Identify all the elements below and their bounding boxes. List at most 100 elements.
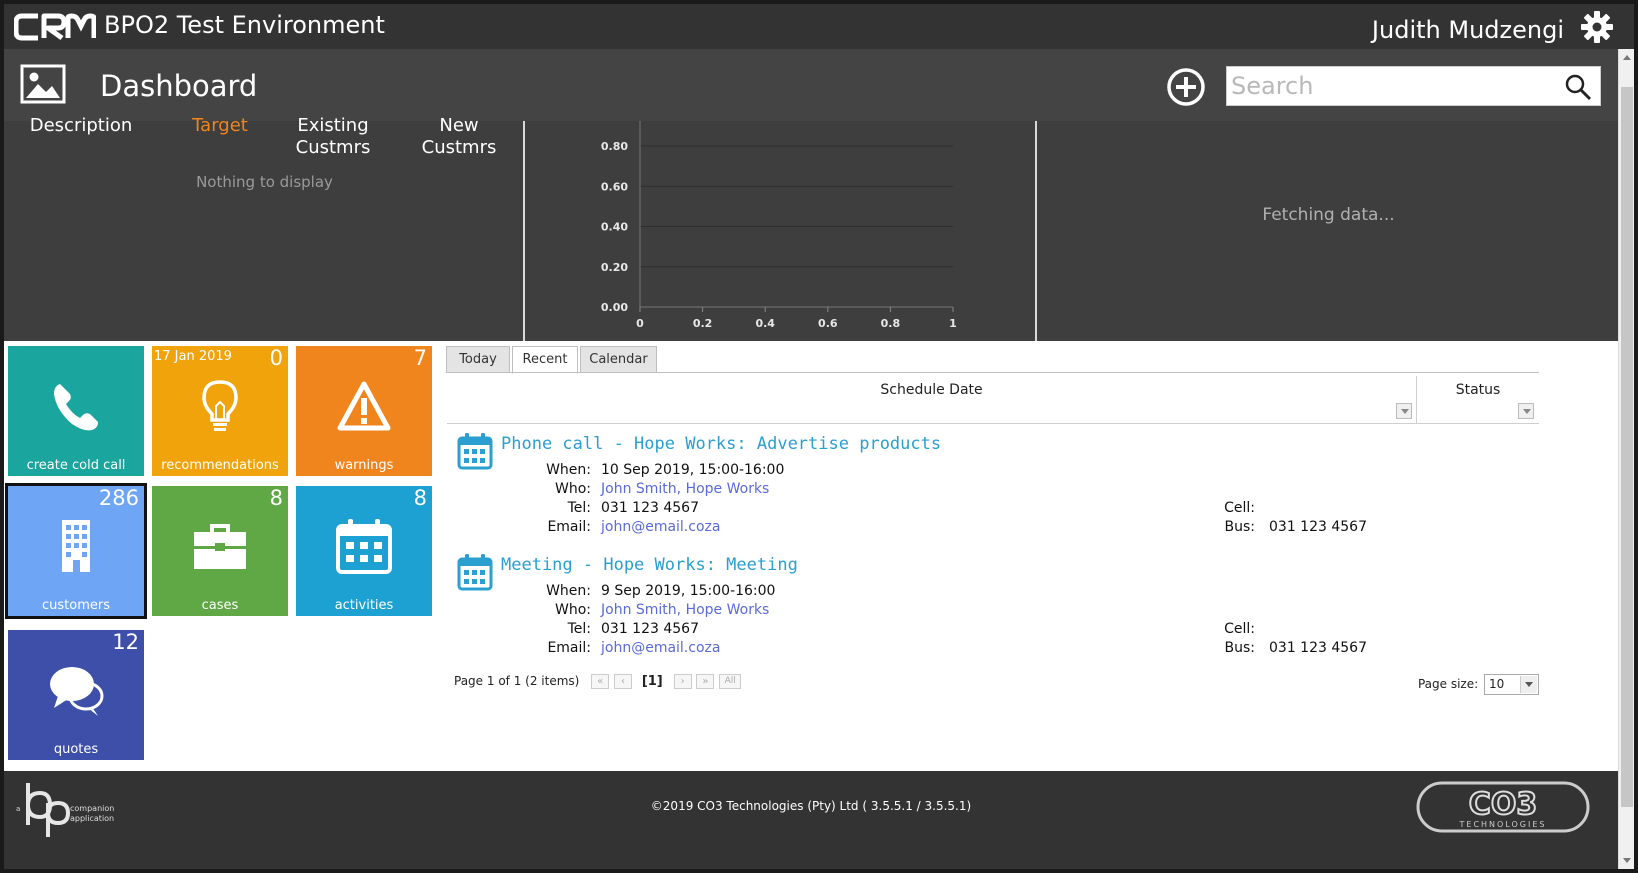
tile-cases[interactable]: 8 cases bbox=[152, 486, 288, 616]
col-status[interactable]: Status bbox=[1418, 376, 1538, 423]
tile-recommendations[interactable]: 17 Jan 2019 0 recommendations bbox=[152, 346, 288, 476]
crm-logo[interactable] bbox=[14, 12, 96, 42]
email-link[interactable]: john@email.coza bbox=[601, 640, 720, 656]
page-size: Page size: 10 bbox=[1418, 674, 1539, 695]
y-tick-label: 0.00 bbox=[601, 301, 628, 314]
filter-dropdown-icon[interactable] bbox=[1518, 403, 1534, 419]
col-existing-custmrs[interactable]: Existing Custmrs bbox=[278, 115, 388, 159]
tab-divider bbox=[446, 372, 1539, 373]
warning-icon bbox=[337, 381, 391, 431]
app-window: BPO2 Test Environment Judith Mudzengi Da… bbox=[0, 0, 1638, 873]
col-title: Status bbox=[1455, 382, 1501, 398]
copyright-text: ©2019 CO3 Technologies (Pty) Ltd ( 3.5.5… bbox=[650, 799, 972, 813]
tile-count: 7 bbox=[413, 346, 427, 370]
tile-date: 17 Jan 2019 bbox=[154, 349, 232, 364]
x-tick-label: 0 bbox=[636, 317, 644, 330]
last-page-button[interactable]: » bbox=[696, 674, 715, 689]
x-tick-label: 1 bbox=[949, 317, 957, 330]
activity-panel: Today Recent Calendar Schedule Date Stat… bbox=[444, 344, 1544, 774]
tile-label: cases bbox=[201, 598, 239, 613]
y-tick-label: 0.40 bbox=[601, 221, 628, 234]
tile-label: create cold call bbox=[26, 458, 126, 473]
chart: 0.00 0.20 0.40 0.60 0.80 0 0.2 0.4 0.6 0.8 1 bbox=[601, 121, 957, 330]
tile-count: 8 bbox=[269, 486, 283, 510]
tab-recent[interactable]: Recent bbox=[512, 346, 578, 374]
current-page[interactable]: [1] bbox=[642, 674, 663, 689]
user-name[interactable]: Judith Mudzengi bbox=[1372, 16, 1564, 44]
page-header: Dashboard bbox=[4, 49, 1618, 121]
scroll-thumb[interactable] bbox=[1621, 87, 1633, 807]
search-box bbox=[1226, 66, 1601, 106]
search-icon[interactable] bbox=[1564, 73, 1592, 101]
phone-icon bbox=[54, 384, 98, 431]
fetching-widget: Fetching data... bbox=[1039, 121, 1618, 341]
prev-page-button[interactable]: ‹ bbox=[613, 674, 632, 689]
tile-customers[interactable]: 286 customers bbox=[5, 483, 147, 619]
picture-icon[interactable] bbox=[20, 64, 66, 104]
lightbulb-icon bbox=[202, 380, 238, 431]
contact-link[interactable]: John Smith, Hope Works bbox=[601, 481, 769, 497]
x-tick-label: 0.2 bbox=[693, 317, 713, 330]
tile-count: 12 bbox=[112, 630, 139, 654]
search-input[interactable] bbox=[1231, 71, 1551, 101]
y-tick-label: 0.60 bbox=[601, 180, 628, 193]
calendar-icon bbox=[457, 433, 493, 470]
tile-label: customers bbox=[42, 598, 110, 613]
all-pages-button[interactable]: All bbox=[719, 674, 742, 689]
pager: Page 1 of 1 (2 items) « ‹ [1] › » All bbox=[454, 674, 742, 689]
tab-calendar[interactable]: Calendar bbox=[580, 346, 657, 373]
svg-text:TECHNOLOGIES: TECHNOLOGIES bbox=[1459, 820, 1547, 829]
page-size-select[interactable]: 10 bbox=[1484, 674, 1539, 695]
pager-info: Page 1 of 1 (2 items) bbox=[454, 674, 580, 688]
scrollbar[interactable] bbox=[1618, 49, 1634, 869]
list-item: Meeting - Hope Works: Meeting When: 9 Se… bbox=[447, 549, 1539, 669]
briefcase-icon bbox=[194, 524, 246, 569]
filter-dropdown-icon[interactable] bbox=[1396, 403, 1412, 419]
tile-warnings[interactable]: 7 warnings bbox=[296, 346, 432, 476]
y-tick-label: 0.20 bbox=[601, 261, 628, 274]
tile-quotes[interactable]: 12 quotes bbox=[8, 630, 144, 760]
scroll-down-icon[interactable] bbox=[1619, 853, 1634, 869]
chat-bubbles-icon bbox=[50, 667, 104, 716]
tile-label: activities bbox=[334, 598, 394, 613]
col-schedule-date[interactable]: Schedule Date bbox=[447, 376, 1417, 423]
tab-today[interactable]: Today bbox=[446, 346, 510, 373]
contact-link[interactable]: John Smith, Hope Works bbox=[601, 602, 769, 618]
footer: a companion application ©2019 CO3 Techno… bbox=[4, 771, 1618, 869]
tile-label: warnings bbox=[334, 458, 394, 473]
top-bar: BPO2 Test Environment Judith Mudzengi bbox=[4, 4, 1634, 49]
first-page-button[interactable]: « bbox=[591, 674, 610, 689]
chevron-down-icon[interactable] bbox=[1520, 676, 1537, 693]
co3-logo: CO3 TECHNOLOGIES bbox=[1416, 781, 1590, 833]
svg-text:CO3: CO3 bbox=[1469, 787, 1537, 822]
tile-label: quotes bbox=[53, 742, 99, 757]
x-tick-label: 0.8 bbox=[881, 317, 901, 330]
tile-activities[interactable]: 8 activities bbox=[296, 486, 432, 616]
page-title: Dashboard bbox=[100, 69, 258, 103]
activity-title-link[interactable]: Phone call - Hope Works: Advertise produ… bbox=[501, 434, 941, 454]
y-tick-label: 0.80 bbox=[601, 140, 628, 153]
tile-create-cold-call[interactable]: create cold call bbox=[8, 346, 144, 476]
dashboard-widgets: Description Target Existing Custmrs New … bbox=[4, 115, 1618, 341]
next-page-button[interactable]: › bbox=[673, 674, 692, 689]
add-icon[interactable] bbox=[1166, 67, 1206, 107]
scroll-up-icon[interactable] bbox=[1619, 49, 1634, 65]
environment-title: BPO2 Test Environment bbox=[104, 11, 385, 39]
gear-icon[interactable] bbox=[1580, 10, 1614, 44]
svg-text:application: application bbox=[70, 814, 114, 823]
email-link[interactable]: john@email.coza bbox=[601, 519, 720, 535]
list-item: Phone call - Hope Works: Advertise produ… bbox=[447, 428, 1539, 548]
col-target[interactable]: Target bbox=[170, 115, 270, 137]
building-icon bbox=[62, 520, 90, 572]
chart-widget: 0.00 0.20 0.40 0.60 0.80 0 0.2 0.4 0.6 0.8 1 bbox=[527, 121, 1037, 341]
targets-widget: Description Target Existing Custmrs New … bbox=[4, 115, 525, 341]
calendar-icon bbox=[336, 519, 392, 574]
tile-grid: create cold call 17 Jan 2019 0 recommend… bbox=[5, 346, 438, 771]
tile-count: 286 bbox=[98, 486, 139, 510]
activity-title-link[interactable]: Meeting - Hope Works: Meeting bbox=[501, 555, 798, 575]
page-size-label: Page size: bbox=[1417, 677, 1479, 691]
col-title: Schedule Date bbox=[880, 382, 983, 398]
col-description[interactable]: Description bbox=[26, 115, 136, 137]
x-tick-label: 0.4 bbox=[755, 317, 775, 330]
col-new-custmrs[interactable]: New Custmrs bbox=[404, 115, 514, 159]
